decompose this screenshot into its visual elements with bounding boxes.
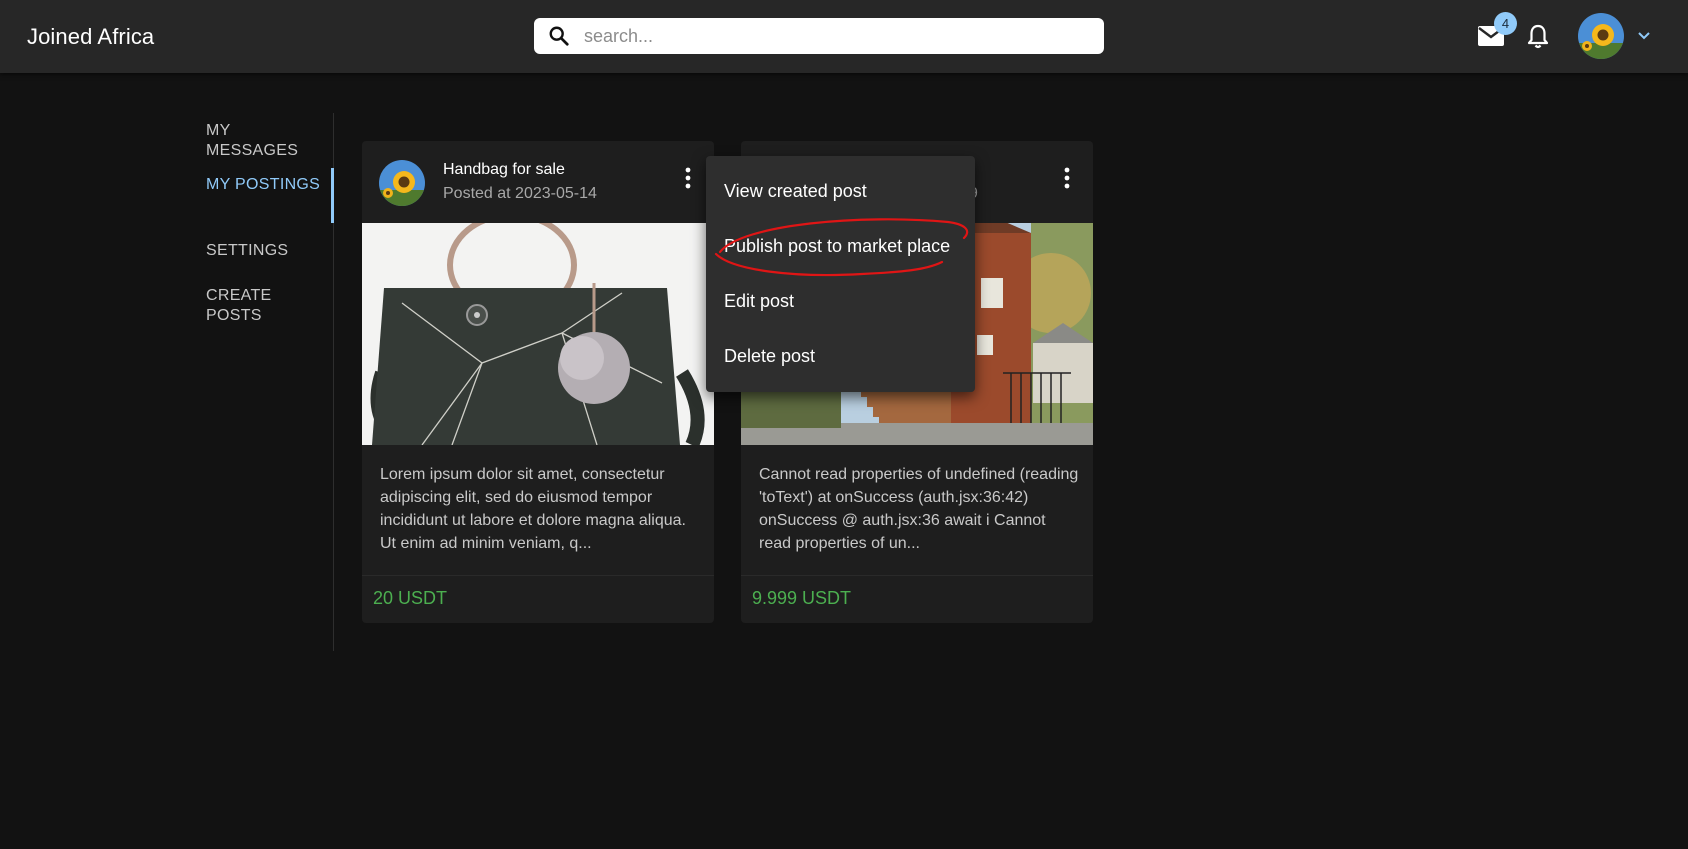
more-vert-icon[interactable] (1063, 167, 1071, 189)
post-price: 20 USDT (373, 588, 448, 608)
menu-item-delete-post[interactable]: Delete post (724, 346, 815, 367)
menu-item-view-created-post[interactable]: View created post (724, 181, 867, 202)
active-indicator (331, 168, 334, 223)
post-description: Lorem ipsum dolor sit amet, consectetur … (380, 466, 686, 552)
mail-badge: 4 (1494, 12, 1517, 35)
post-card: Handbag for sale Posted at 2023-05-14 Lo… (362, 141, 714, 623)
sidebar: MY MESSAGES MY POSTINGS SETTINGS CREATE … (190, 113, 334, 651)
post-description: Cannot read properties of undefined (rea… (759, 466, 1079, 552)
post-date: Posted at 2023-05-14 (443, 185, 597, 202)
sidebar-item-my-messages[interactable]: MY MESSAGES (206, 121, 326, 161)
search-input[interactable] (584, 22, 1084, 50)
post-image-handbag[interactable] (362, 223, 714, 445)
app-title[interactable]: Joined Africa (27, 24, 154, 50)
post-title: Handbag for sale (443, 161, 565, 178)
search-icon (549, 26, 569, 46)
search-box[interactable] (534, 18, 1104, 54)
avatar[interactable] (1578, 13, 1624, 59)
post-price: 9.999 USDT (752, 588, 852, 608)
menu-item-edit-post[interactable]: Edit post (724, 291, 794, 312)
sidebar-item-my-postings[interactable]: MY POSTINGS (206, 175, 326, 195)
chevron-down-icon[interactable] (1636, 28, 1652, 44)
sidebar-item-settings[interactable]: SETTINGS (206, 241, 326, 261)
post-options-menu: View created post Publish post to market… (706, 156, 975, 392)
sidebar-item-create-posts[interactable]: CREATE POSTS (206, 286, 326, 326)
divider (362, 575, 714, 576)
card-header: Handbag for sale Posted at 2023-05-14 (362, 141, 714, 223)
app-bar: Joined Africa 4 (0, 0, 1688, 73)
avatar (379, 160, 425, 206)
menu-item-publish-post[interactable]: Publish post to market place (724, 236, 950, 257)
bell-icon[interactable] (1526, 24, 1550, 50)
divider (741, 575, 1093, 576)
more-vert-icon[interactable] (684, 167, 692, 189)
